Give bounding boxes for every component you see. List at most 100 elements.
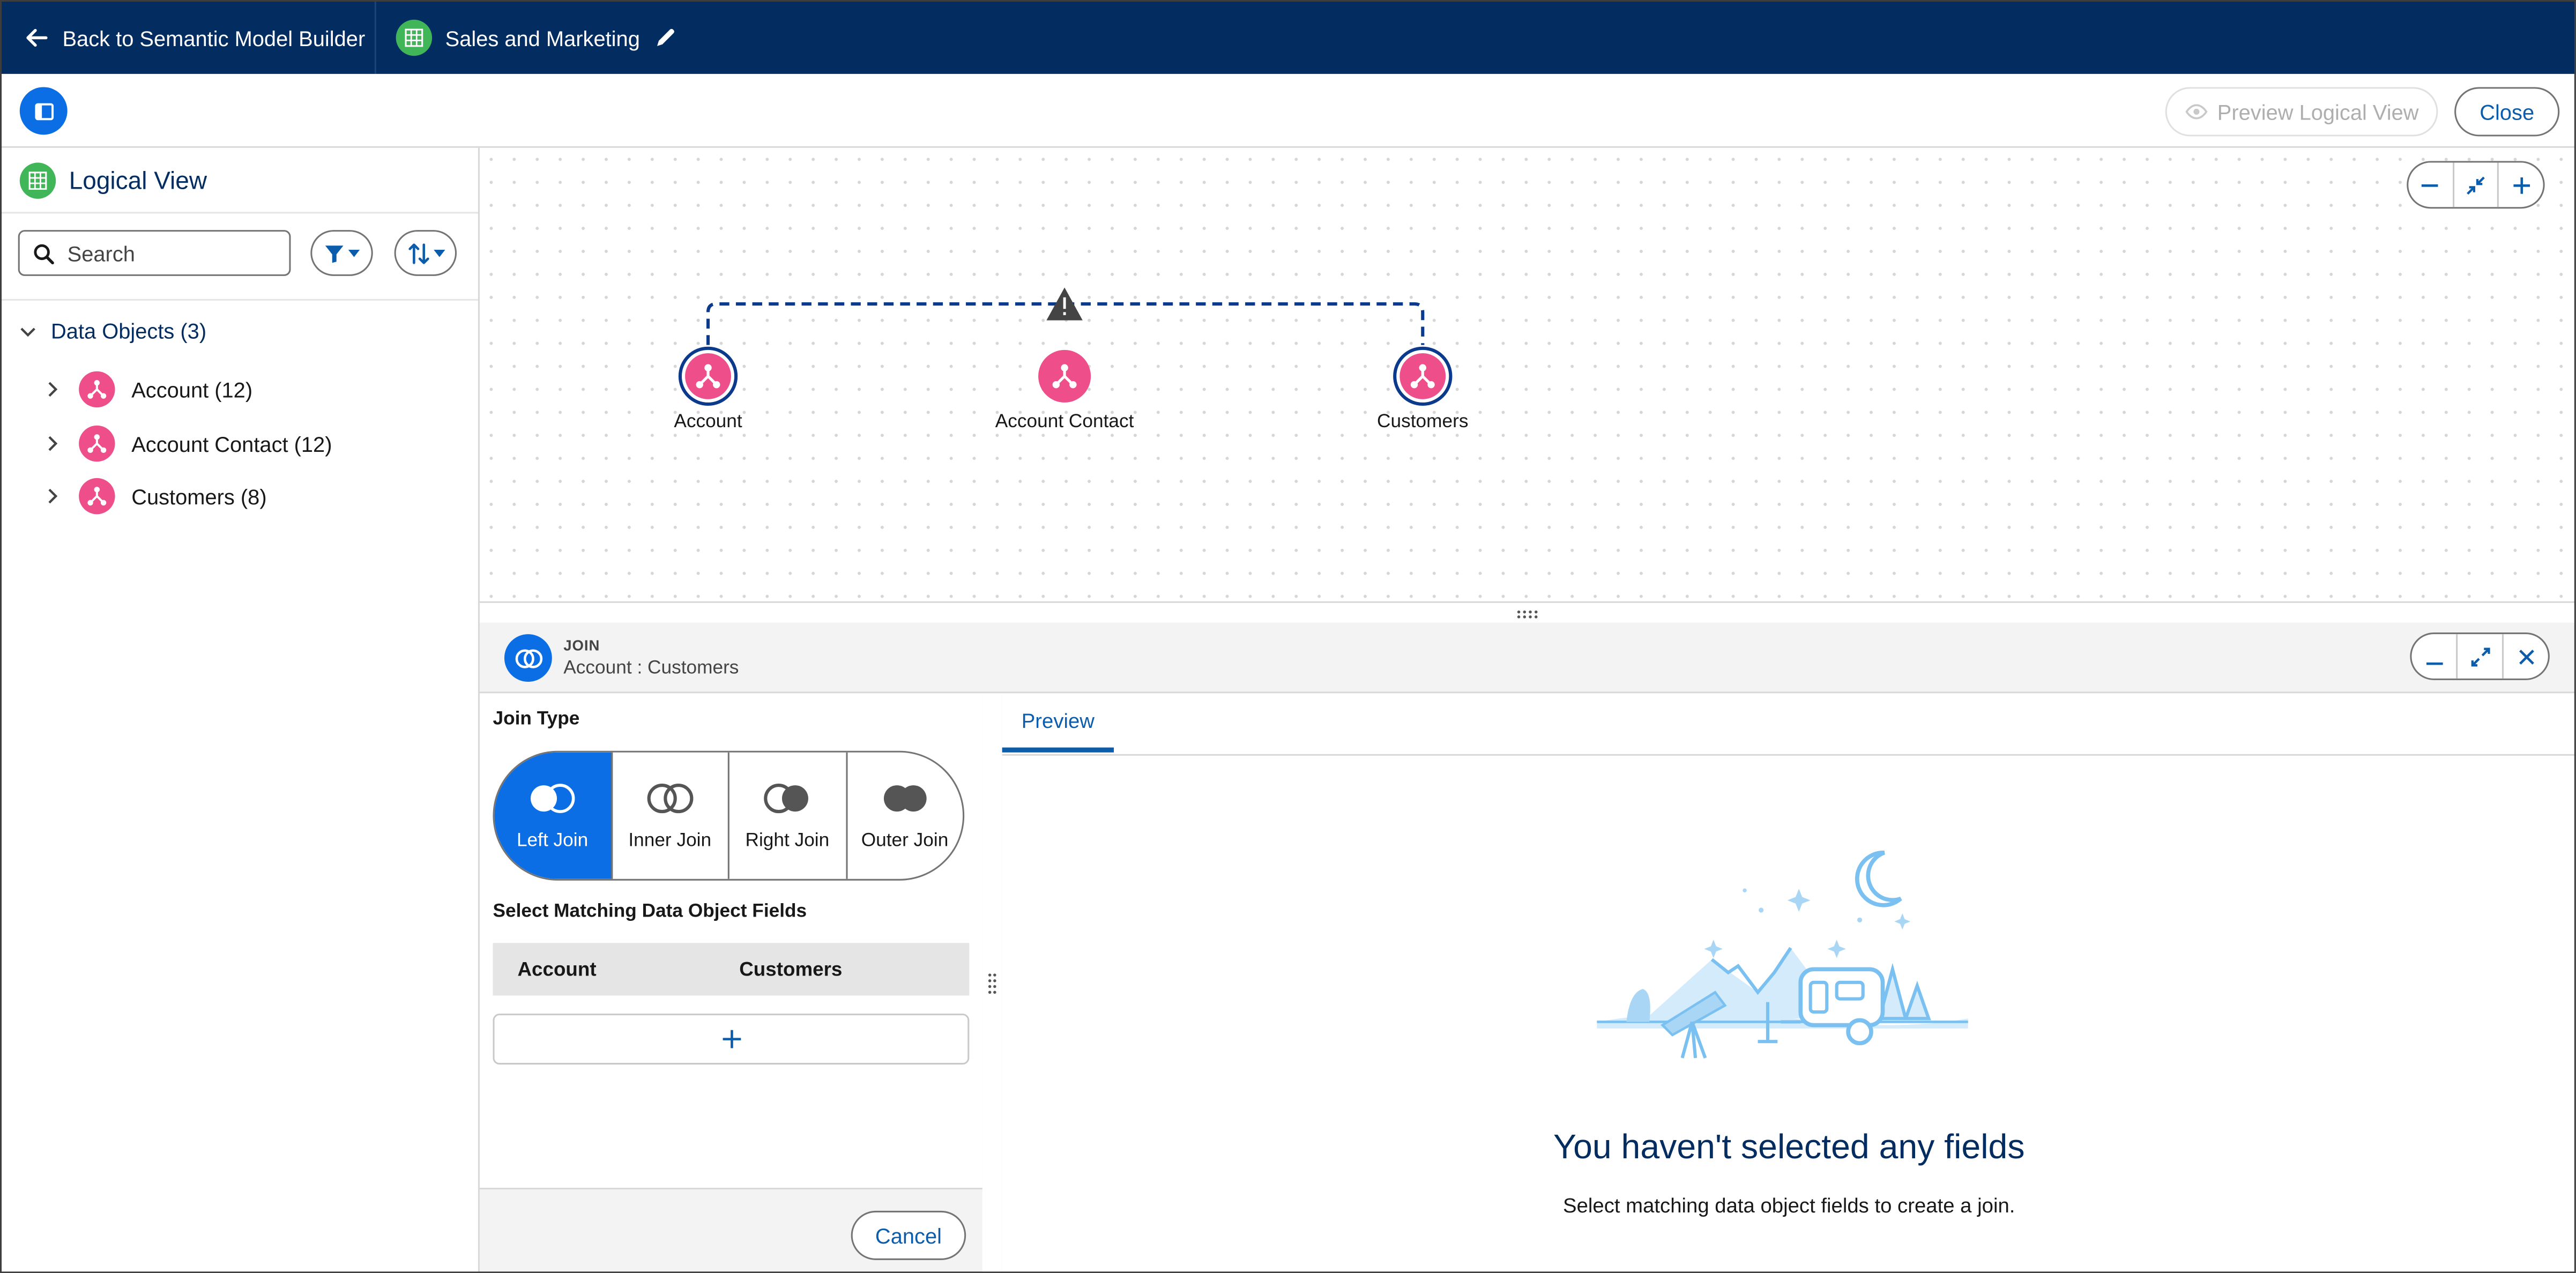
- data-object-icon: [1396, 349, 1449, 403]
- tree-root-data-objects[interactable]: Data Objects (3): [18, 319, 206, 344]
- tab-divider: [1002, 754, 2576, 756]
- tree-item-label: Account Contact (12): [131, 431, 332, 456]
- plus-icon: [2513, 176, 2530, 193]
- minus-icon: [2422, 183, 2439, 187]
- top-bar: Back to Semantic Model Builder Sales and…: [0, 0, 2576, 74]
- app-window: Back to Semantic Model Builder Sales and…: [0, 0, 2576, 1273]
- tree-item-account[interactable]: Account (12): [43, 371, 253, 408]
- caret-down-icon: [433, 249, 445, 257]
- minimize-button[interactable]: [2411, 634, 2458, 679]
- arrow-left-icon: [26, 28, 48, 47]
- sort-button[interactable]: [394, 230, 457, 276]
- zoom-in-button[interactable]: [2499, 162, 2543, 207]
- search-input[interactable]: Search: [18, 230, 291, 276]
- grip-icon: [1517, 609, 1538, 618]
- chevron-right-icon: [48, 382, 58, 397]
- column-header-account: Account: [517, 957, 597, 981]
- join-type-heading: Join Type: [493, 710, 580, 729]
- tree-root-label: Data Objects (3): [51, 318, 207, 344]
- data-object-icon: [681, 349, 735, 403]
- left-join-option[interactable]: Left Join: [494, 752, 612, 879]
- contract-icon: [2467, 175, 2485, 194]
- data-object-icon: [79, 371, 115, 408]
- tree-item-customers[interactable]: Customers (8): [43, 478, 267, 515]
- panel-left-icon: [34, 102, 53, 120]
- chevron-right-icon: [48, 436, 58, 451]
- caret-down-icon: [348, 249, 360, 257]
- diagram-canvas[interactable]: Account Account Contact Customers: [479, 147, 2576, 605]
- close-button[interactable]: Close: [2454, 87, 2560, 137]
- panel-resize-handle[interactable]: [479, 601, 2576, 624]
- grip-vertical-icon: [988, 972, 996, 993]
- back-button[interactable]: Back to Semantic Model Builder: [23, 20, 365, 56]
- tab-preview[interactable]: Preview: [1002, 693, 1114, 753]
- join-type-selector: Left Join Inner Join Right Join Outer Jo…: [493, 750, 965, 881]
- sidebar-header: Logical View: [19, 162, 207, 199]
- divider: [0, 212, 478, 214]
- close-panel-button[interactable]: [2504, 634, 2548, 679]
- spreadsheet-icon: [19, 162, 56, 199]
- node-customers[interactable]: Customers: [1357, 349, 1488, 433]
- eye-icon: [2185, 104, 2207, 120]
- preview-logical-view-button[interactable]: Preview Logical View: [2165, 87, 2438, 137]
- zoom-controls: [2407, 161, 2545, 209]
- right-join-icon: [764, 783, 809, 813]
- data-object-icon: [1038, 349, 1091, 403]
- toolbar: Preview Logical View Close: [0, 73, 2576, 148]
- spreadsheet-icon: [396, 19, 433, 56]
- minimize-icon: [2425, 661, 2443, 665]
- expand-icon: [2470, 646, 2490, 666]
- panel-controls: [2410, 632, 2550, 680]
- tree-item-label: Account (12): [131, 377, 253, 402]
- back-label: Back to Semantic Model Builder: [62, 25, 366, 50]
- inner-join-icon: [646, 783, 693, 813]
- model-title: Sales and Marketing: [445, 25, 640, 50]
- join-link[interactable]: [480, 148, 2576, 605]
- node-label: Customers: [1377, 412, 1469, 433]
- outer-join-icon: [883, 784, 926, 811]
- join-footer: Cancel: [479, 1187, 982, 1273]
- close-icon: [2518, 649, 2534, 664]
- fields-heading: Select Matching Data Object Fields: [493, 902, 807, 922]
- option-label: Left Join: [516, 830, 589, 851]
- option-label: Right Join: [745, 830, 830, 851]
- preview-logical-label: Preview Logical View: [2217, 99, 2419, 124]
- filter-button[interactable]: [310, 230, 373, 276]
- search-icon: [34, 243, 54, 264]
- data-object-icon: [79, 478, 115, 515]
- model-title-area: Sales and Marketing: [396, 18, 676, 58]
- chevron-down-icon: [20, 326, 35, 336]
- option-label: Outer Join: [861, 830, 949, 851]
- empty-state-message: Select matching data object fields to cr…: [1563, 1194, 2015, 1218]
- toggle-panel-button[interactable]: [19, 87, 68, 135]
- sidebar: Logical View Search Data Objects (3) Acc…: [0, 147, 480, 1273]
- empty-state-title: You haven't selected any fields: [1553, 1128, 2025, 1167]
- field-table-header: Account Customers: [493, 943, 970, 996]
- outer-join-option[interactable]: Outer Join: [847, 753, 963, 879]
- join-panel-header: JOIN Account : Customers: [479, 622, 2576, 694]
- node-account[interactable]: Account: [642, 349, 773, 432]
- join-type-label: JOIN: [563, 637, 600, 654]
- plus-icon: [722, 1030, 740, 1048]
- node-label: Account Contact: [995, 412, 1134, 433]
- cancel-button[interactable]: Cancel: [851, 1210, 966, 1260]
- fit-to-view-button[interactable]: [2454, 162, 2499, 207]
- divider: [374, 0, 376, 74]
- inner-join-option[interactable]: Inner Join: [612, 752, 729, 879]
- filter-icon: [325, 244, 344, 262]
- data-object-icon: [79, 425, 115, 462]
- right-join-option[interactable]: Right Join: [729, 752, 847, 879]
- join-subtitle: Account : Customers: [563, 659, 739, 679]
- preview-pane: Preview You haven't selected any fields …: [1002, 693, 2576, 1273]
- tree-item-account-contact[interactable]: Account Contact (12): [43, 425, 332, 462]
- empty-state-illustration: [1597, 850, 1968, 1059]
- expand-button[interactable]: [2458, 634, 2504, 679]
- zoom-out-button[interactable]: [2408, 162, 2454, 207]
- pane-splitter[interactable]: [982, 693, 1004, 1273]
- edit-pencil-icon[interactable]: [653, 26, 676, 49]
- chevron-right-icon: [48, 488, 58, 504]
- sort-icon: [407, 242, 429, 264]
- add-field-pair-button[interactable]: [493, 1014, 970, 1065]
- sidebar-title: Logical View: [69, 167, 207, 195]
- node-account-contact[interactable]: Account Contact: [982, 349, 1147, 433]
